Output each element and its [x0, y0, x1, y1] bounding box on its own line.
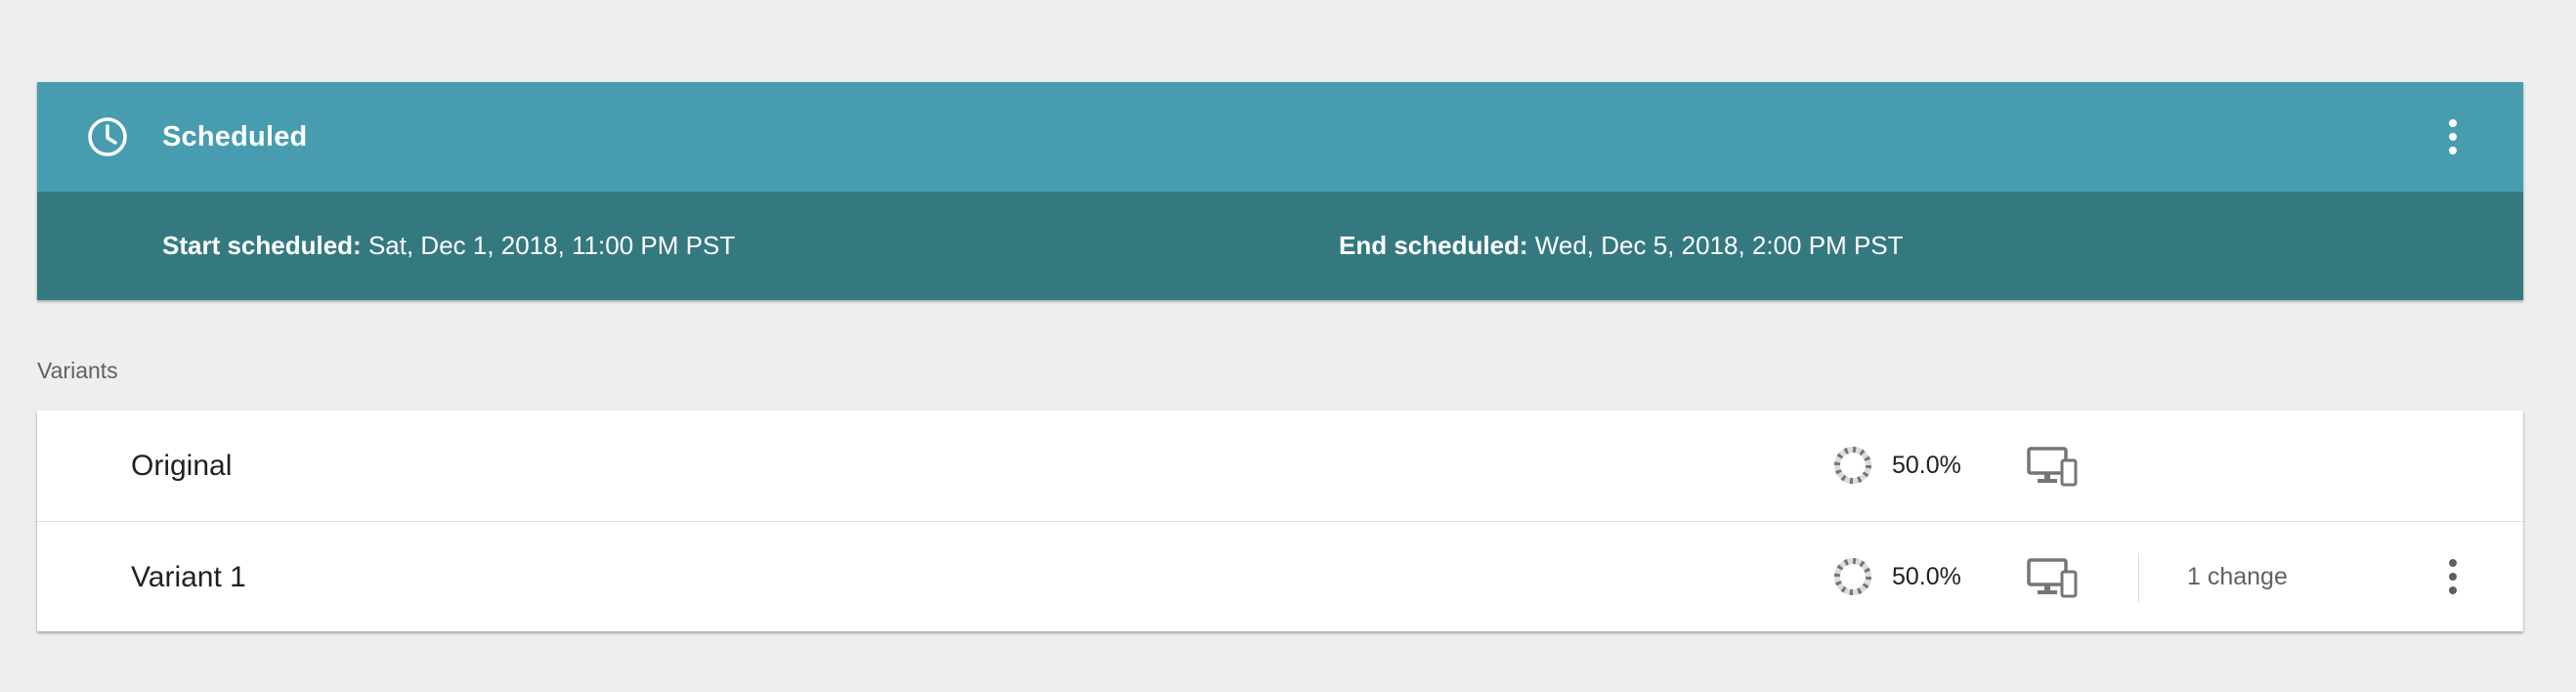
- desktop-mobile-icon[interactable]: [2027, 446, 2078, 487]
- start-scheduled: Start scheduled: Sat, Dec 1, 2018, 11:00…: [162, 192, 735, 300]
- scheduled-header: Scheduled: [37, 82, 2523, 192]
- variant-name: Original: [131, 450, 233, 482]
- schedule-details: Start scheduled: Sat, Dec 1, 2018, 11:00…: [37, 192, 2523, 300]
- variants-list: Original 50.0% Variant 1 50.0% 1 change: [37, 411, 2523, 631]
- start-scheduled-label: Start scheduled:: [162, 231, 362, 260]
- traffic-percent: 50.0%: [1892, 563, 1961, 590]
- variants-heading: Variants: [37, 358, 118, 383]
- variant-row-variant-1[interactable]: Variant 1 50.0% 1 change: [37, 521, 2523, 631]
- traffic-percent: 50.0%: [1892, 452, 1961, 479]
- clock-icon: [88, 117, 127, 156]
- traffic-ring-icon: [1834, 447, 1871, 484]
- changes-link[interactable]: 1 change: [2187, 522, 2288, 632]
- divider: [2138, 553, 2139, 602]
- more-vert-icon[interactable]: [2433, 549, 2472, 604]
- variant-name: Variant 1: [131, 561, 246, 593]
- traffic-ring-icon: [1834, 558, 1871, 595]
- start-scheduled-value: Sat, Dec 1, 2018, 11:00 PM PST: [361, 231, 736, 260]
- more-vert-icon[interactable]: [2433, 109, 2472, 164]
- scheduled-card: Scheduled Start scheduled: Sat, Dec 1, 2…: [37, 82, 2523, 300]
- end-scheduled-label: End scheduled:: [1339, 231, 1528, 260]
- scheduled-title: Scheduled: [162, 121, 308, 152]
- end-scheduled-value: Wed, Dec 5, 2018, 2:00 PM PST: [1527, 231, 1904, 260]
- end-scheduled: End scheduled: Wed, Dec 5, 2018, 2:00 PM…: [1339, 192, 1904, 300]
- desktop-mobile-icon[interactable]: [2027, 557, 2078, 598]
- variant-row-original[interactable]: Original 50.0%: [37, 411, 2523, 521]
